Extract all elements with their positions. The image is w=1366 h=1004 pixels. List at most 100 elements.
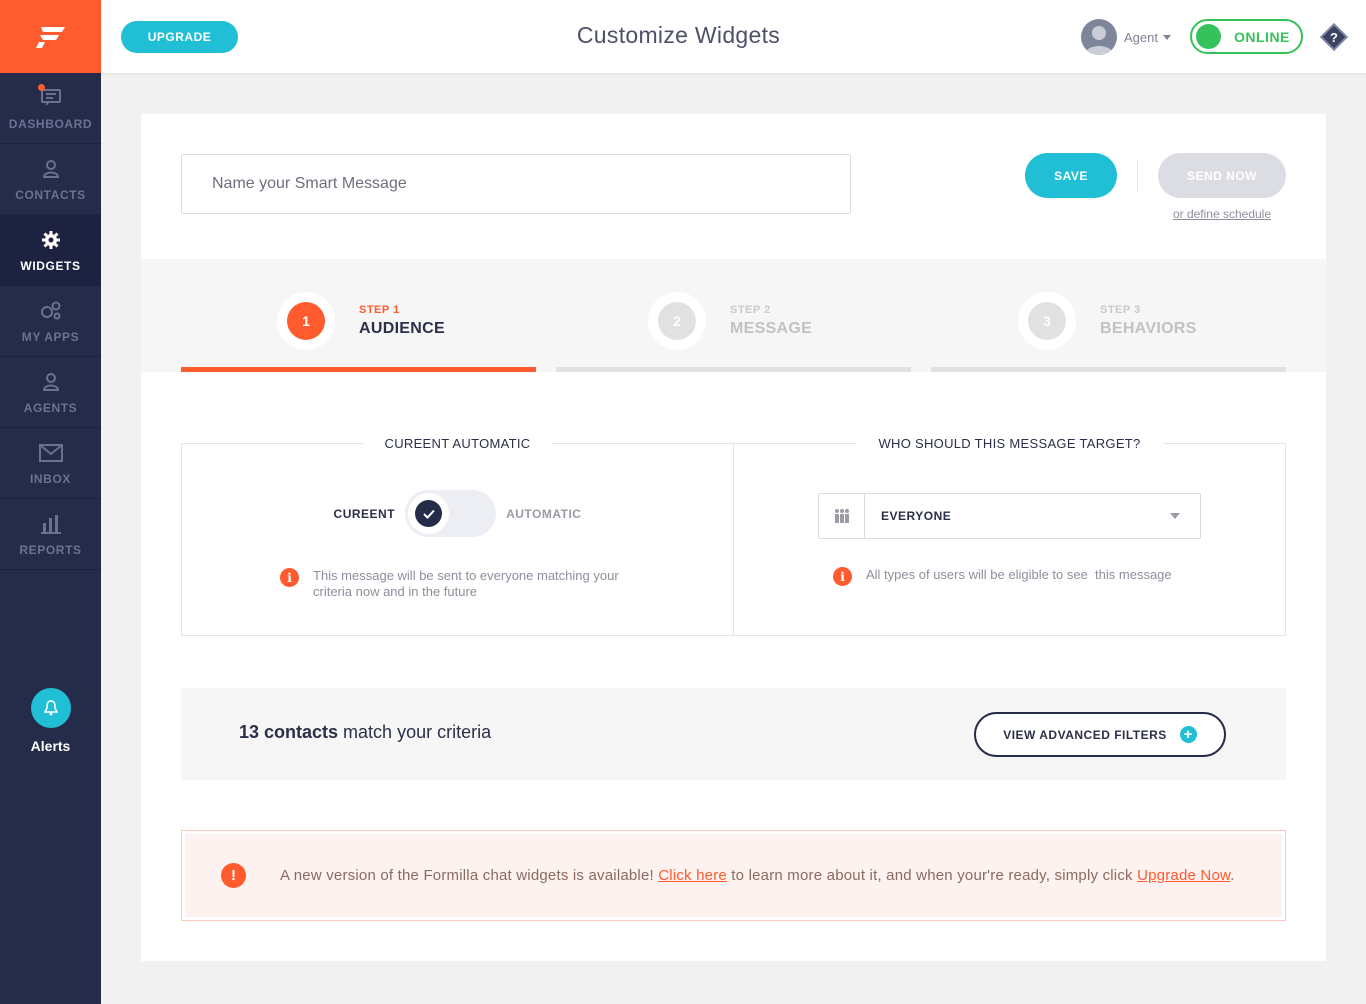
- send-now-button[interactable]: SEND NOW: [1158, 153, 1286, 198]
- step-number: 2: [658, 302, 696, 340]
- contacts-icon: [41, 157, 61, 181]
- current-label[interactable]: CUREENT: [334, 507, 396, 521]
- notice-text: A new version of the Formilla chat widge…: [280, 867, 1235, 884]
- contacts-match-bar: 13 contacts match your criteria VIEW ADV…: [181, 688, 1286, 780]
- filters-label: VIEW ADVANCED FILTERS: [1003, 727, 1167, 742]
- alerts-label: Alerts: [30, 738, 71, 754]
- step-label: STEP 3: [1100, 304, 1141, 316]
- online-status-toggle[interactable]: ONLINE: [1190, 19, 1303, 54]
- match-summary: 13 contacts match your criteria: [239, 722, 491, 743]
- step-text: STEP 1 AUDIENCE: [359, 304, 445, 338]
- notice-part: A new version of the Formilla chat widge…: [280, 867, 659, 884]
- notification-dot: [37, 83, 45, 91]
- step-label: STEP 1: [359, 304, 400, 316]
- chevron-down-icon: [1170, 513, 1180, 519]
- panel-title: WHO SHOULD THIS MESSAGE TARGET?: [856, 436, 1163, 451]
- step-text: STEP 3 BEHAVIORS: [1100, 304, 1197, 338]
- info-line: This message will be sent to everyone ma…: [313, 568, 619, 583]
- step-circle-outer: 2: [648, 292, 706, 350]
- bar-chart-icon: [40, 512, 62, 536]
- click-here-link[interactable]: Click here: [658, 867, 727, 884]
- current-automatic-panel: CUREENT AUTOMATIC CUREENT AUTOMATIC i Th…: [181, 436, 734, 636]
- step-label: STEP 2: [730, 304, 771, 316]
- message-name-input[interactable]: [181, 154, 851, 214]
- mode-toggle-row: CUREENT AUTOMATIC: [182, 490, 733, 537]
- save-button[interactable]: SAVE: [1025, 153, 1117, 198]
- sidebar-item-inbox[interactable]: INBOX: [0, 428, 101, 499]
- sidebar-item-label: AGENTS: [23, 400, 78, 415]
- agent-label: Agent: [1124, 30, 1158, 45]
- sidebar-item-label: MY APPS: [21, 329, 80, 344]
- step-number: 3: [1028, 302, 1066, 340]
- sidebar-item-widgets[interactable]: WIDGETS: [0, 215, 101, 286]
- avatar[interactable]: [1081, 19, 1117, 55]
- sidebar-item-agents[interactable]: AGENTS: [0, 357, 101, 428]
- notice-inner: ! A new version of the Formilla chat wid…: [185, 834, 1282, 917]
- agent-dropdown[interactable]: Agent: [1124, 30, 1171, 45]
- step-title: MESSAGE: [730, 320, 813, 337]
- toggle-knob: [408, 493, 450, 534]
- panel-title-wrap: CUREENT AUTOMATIC: [182, 435, 733, 453]
- sidebar-item-label: REPORTS: [19, 542, 82, 557]
- smart-message-card: SAVE SEND NOW or define schedule 1 STEP …: [141, 114, 1326, 961]
- upgrade-now-link[interactable]: Upgrade Now: [1137, 867, 1230, 884]
- bell-icon: [30, 688, 71, 728]
- help-glyph: ?: [1330, 30, 1338, 45]
- info-icon: i: [280, 568, 299, 587]
- panel-title-wrap: WHO SHOULD THIS MESSAGE TARGET?: [734, 435, 1285, 453]
- step-progress-bar: [556, 367, 911, 372]
- upgrade-notice: ! A new version of the Formilla chat wid…: [181, 830, 1286, 921]
- notice-part: to learn more about it, and when your're…: [726, 867, 1138, 884]
- notice-part: .: [1230, 867, 1235, 884]
- current-automatic-toggle[interactable]: [405, 490, 497, 537]
- check-icon: [415, 500, 443, 527]
- step-title: AUDIENCE: [359, 320, 445, 337]
- step-text: STEP 2 MESSAGE: [730, 304, 812, 338]
- agents-icon: [41, 370, 61, 394]
- sidebar-item-my-apps[interactable]: MY APPS: [0, 286, 101, 357]
- view-advanced-filters-button[interactable]: VIEW ADVANCED FILTERS +: [974, 712, 1226, 757]
- step-message[interactable]: 2 STEP 2 MESSAGE: [648, 292, 812, 350]
- info-icon: i: [833, 567, 852, 586]
- status-dot: [1196, 24, 1221, 49]
- plus-icon: +: [1179, 726, 1197, 743]
- sidebar-item-reports[interactable]: REPORTS: [0, 499, 101, 570]
- info-line: criteria now and in the future: [313, 584, 478, 599]
- chevron-down-icon: [1162, 35, 1171, 40]
- match-rest: match your criteria: [338, 722, 492, 742]
- automatic-label[interactable]: AUTOMATIC: [506, 507, 581, 521]
- target-panel: WHO SHOULD THIS MESSAGE TARGET? EVERYONE…: [733, 436, 1286, 636]
- group-icon: [819, 494, 865, 538]
- help-icon[interactable]: ?: [1319, 22, 1349, 52]
- step-circle-outer: 3: [1018, 292, 1076, 350]
- apps-icon: [40, 299, 62, 323]
- gear-icon: [41, 228, 61, 252]
- formilla-logo-icon[interactable]: [0, 0, 101, 73]
- sidebar-item-label: DASHBOARD: [8, 116, 93, 131]
- status-label: ONLINE: [1234, 28, 1290, 45]
- step-behaviors[interactable]: 3 STEP 3 BEHAVIORS: [1018, 292, 1197, 350]
- step-circle-outer: 1: [277, 292, 335, 350]
- target-select[interactable]: EVERYONE: [818, 493, 1201, 539]
- sidebar-item-dashboard[interactable]: DASHBOARD: [0, 73, 101, 144]
- step-progress-bar: [931, 367, 1286, 372]
- sidebar: DASHBOARD CONTACTS WIDGETS MY APPS AGENT…: [0, 0, 101, 1004]
- alerts-button[interactable]: Alerts: [0, 688, 101, 754]
- steps-progress: 1 STEP 1 AUDIENCE 2 STEP 2 MESSAGE 3 STE…: [141, 259, 1326, 372]
- chat-icon: [37, 83, 61, 110]
- step-number: 1: [287, 302, 325, 340]
- step-title: BEHAVIORS: [1100, 320, 1197, 337]
- contacts-count: 13 contacts: [239, 722, 339, 742]
- info-message: i All types of users will be eligible to…: [833, 567, 1172, 586]
- top-header: UPGRADE Customize Widgets Agent ONLINE ?: [101, 0, 1366, 73]
- warning-icon: !: [221, 863, 246, 888]
- sidebar-item-label: CONTACTS: [15, 187, 86, 202]
- panel-title: CUREENT AUTOMATIC: [362, 436, 553, 451]
- sidebar-item-label: INBOX: [29, 471, 71, 486]
- sidebar-item-contacts[interactable]: CONTACTS: [0, 144, 101, 215]
- step-audience[interactable]: 1 STEP 1 AUDIENCE: [277, 292, 445, 350]
- target-select-value: EVERYONE: [881, 509, 952, 523]
- define-schedule-link[interactable]: or define schedule: [1158, 207, 1286, 221]
- envelope-icon: [38, 441, 63, 465]
- info-text: All types of users will be eligible to s…: [866, 567, 1172, 582]
